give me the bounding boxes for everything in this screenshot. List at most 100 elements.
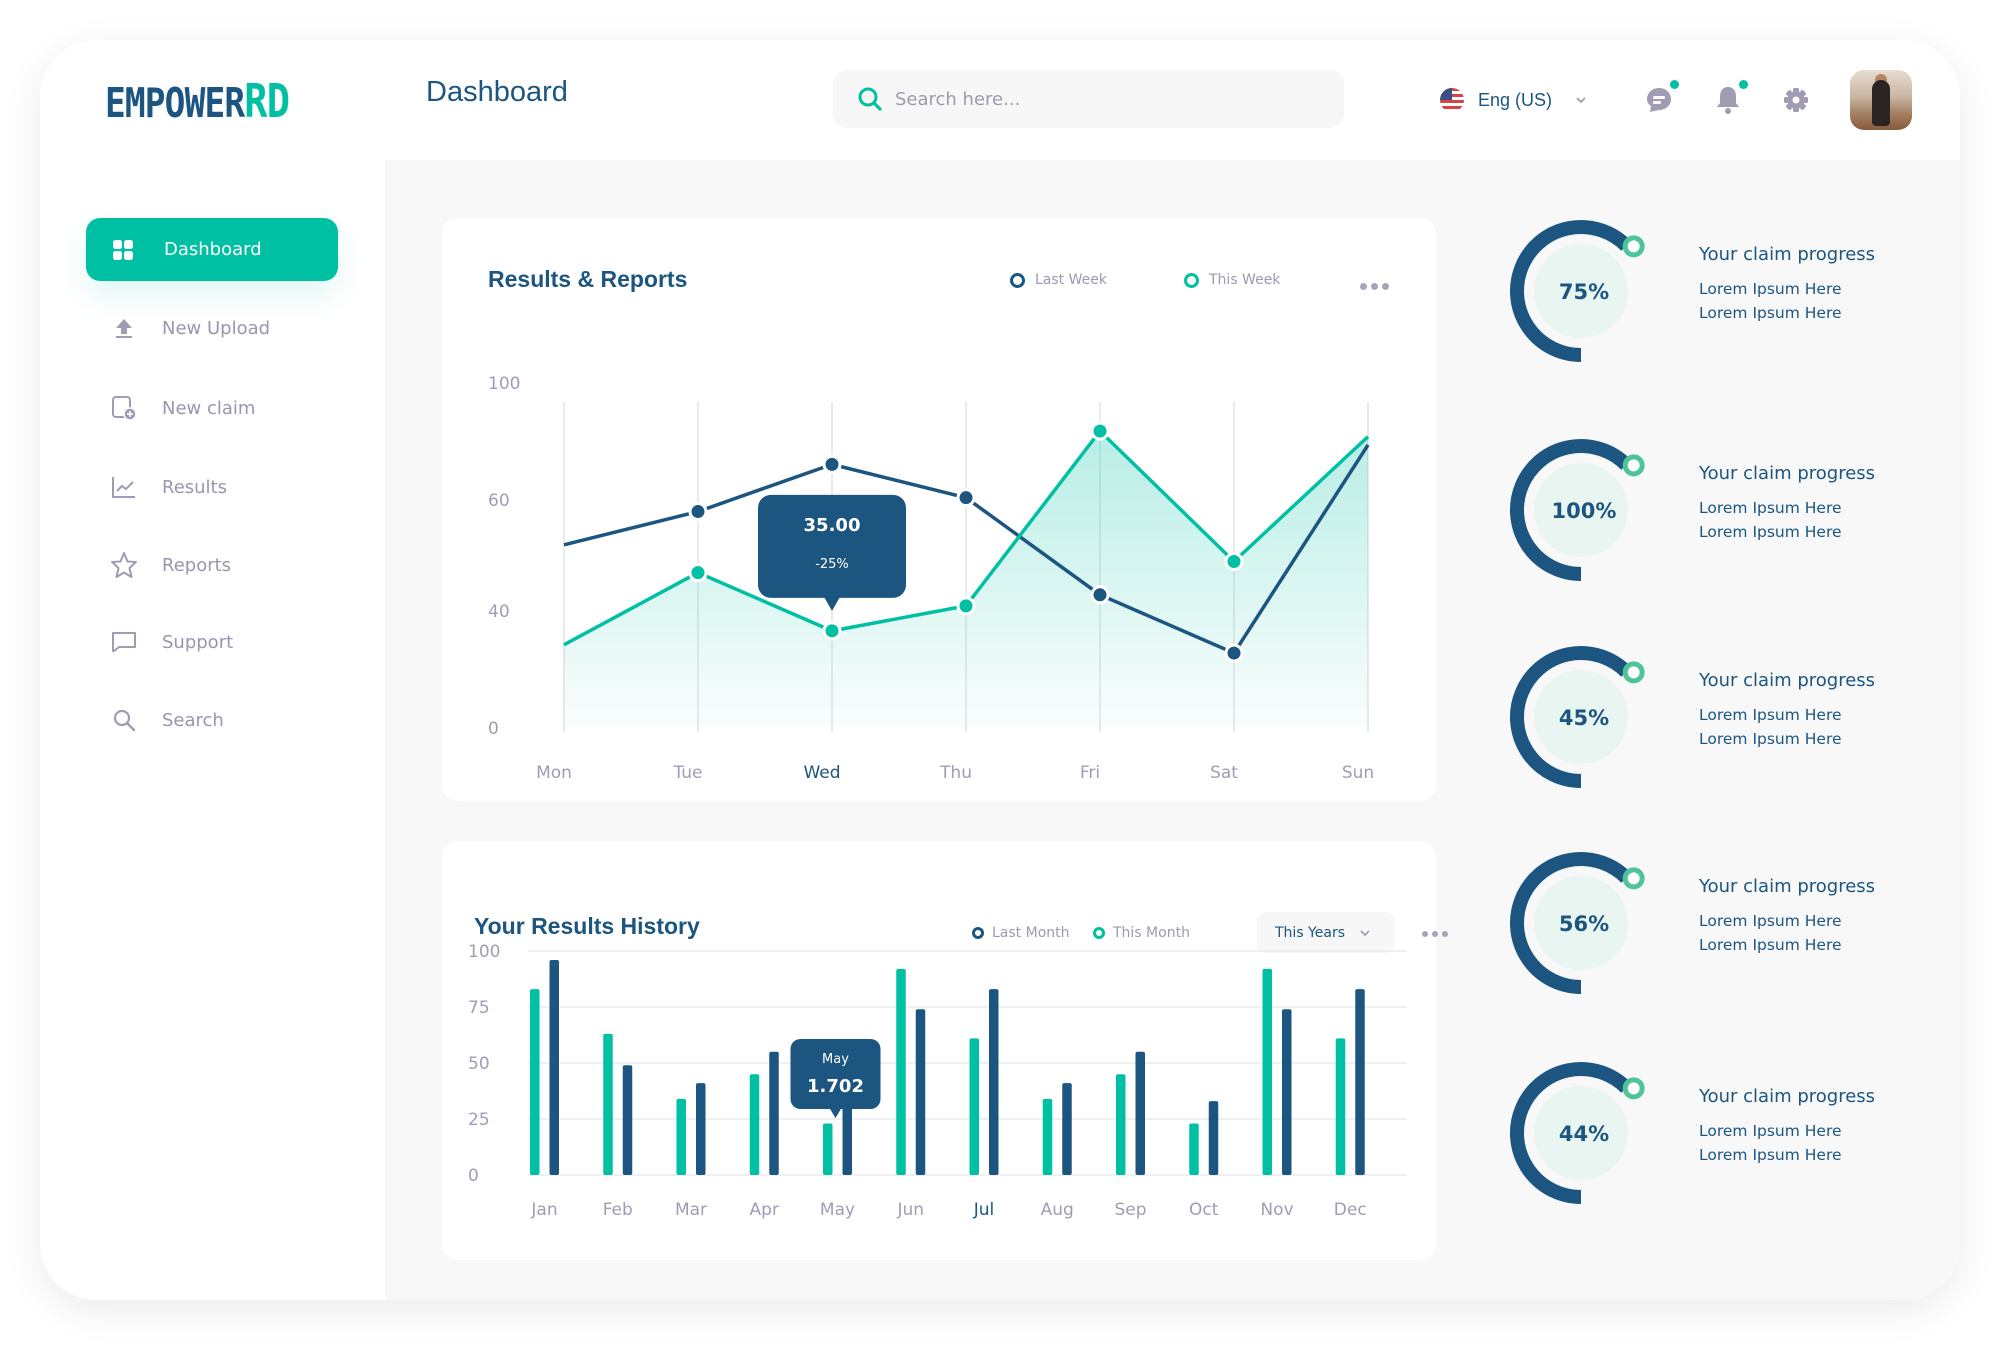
y-tick-label: 0 <box>488 719 499 739</box>
progress-line: Lorem Ipsum Here <box>1699 1122 1842 1140</box>
bar-last-month <box>1355 989 1365 1175</box>
y-tick-label: 25 <box>468 1110 490 1130</box>
progress-percent: 45% <box>1559 706 1609 730</box>
tooltip-box <box>758 494 906 598</box>
progress-line: Lorem Ipsum Here <box>1699 1146 1842 1164</box>
progress-title: Your claim progress <box>1699 670 1876 691</box>
us-flag-icon <box>1440 88 1464 112</box>
sidebar-item-support[interactable]: Support <box>110 622 233 662</box>
x-tick-label: Feb <box>603 1200 633 1220</box>
data-point <box>1224 643 1244 663</box>
sidebar-item-label: Dashboard <box>164 239 262 260</box>
progress-line: Lorem Ipsum Here <box>1699 730 1842 748</box>
progress-line: Lorem Ipsum Here <box>1699 499 1842 517</box>
progress-ring: 44% <box>1510 1062 1645 1204</box>
progress-line: Lorem Ipsum Here <box>1699 936 1842 954</box>
x-tick-label: Sep <box>1114 1200 1146 1220</box>
progress-title: Your claim progress <box>1699 463 1876 484</box>
settings-button[interactable] <box>1778 82 1814 118</box>
data-point <box>956 596 976 616</box>
search-input[interactable] <box>895 88 1315 110</box>
sidebar-item-label: Results <box>162 476 227 498</box>
gear-icon <box>1784 88 1808 112</box>
progress-line: Lorem Ipsum Here <box>1699 304 1842 322</box>
bar-this-month <box>896 968 906 1175</box>
search-icon <box>113 709 136 732</box>
bar-this-month <box>603 1033 613 1175</box>
bar-this-month <box>1042 1098 1053 1175</box>
progress-line: Lorem Ipsum Here <box>1699 912 1842 930</box>
tooltip-box <box>790 1039 881 1109</box>
notification-badge <box>1739 80 1748 89</box>
x-tick-label: Jun <box>896 1200 924 1220</box>
bar-last-month <box>1208 1101 1219 1175</box>
search-icon <box>858 87 882 111</box>
claim-progress-item[interactable]: 100% Your claim progress Lorem Ipsum Here L… <box>1490 436 1960 606</box>
logo-text-accent: RD <box>244 74 290 128</box>
bar-last-month <box>769 1051 779 1175</box>
x-tick-label: Nov <box>1260 1200 1293 1220</box>
data-point <box>1224 552 1244 571</box>
progress-knob-icon <box>1622 235 1645 258</box>
sidebar-item-label: New claim <box>162 397 256 419</box>
chevron-down-icon <box>1576 97 1586 104</box>
app-window: EMPOWERRD Dashboard Eng (US) <box>40 40 1960 1300</box>
x-tick-label: Apr <box>750 1200 779 1220</box>
progress-knob-icon <box>1622 1077 1645 1100</box>
y-tick-label: 60 <box>488 491 510 511</box>
data-point <box>956 488 976 508</box>
bar-last-month <box>989 989 999 1175</box>
upload-icon <box>116 319 132 338</box>
progress-title: Your claim progress <box>1699 876 1876 897</box>
sidebar-item-dashboard[interactable]: Dashboard <box>86 218 338 281</box>
sidebar-item-search[interactable]: Search <box>110 700 224 740</box>
sidebar-item-new-upload[interactable]: New Upload <box>110 308 270 348</box>
page-title: Dashboard <box>426 76 568 108</box>
bar-this-month <box>823 1123 833 1175</box>
claim-progress-item[interactable]: 44% Your claim progress Lorem Ipsum Here Lo… <box>1490 1059 1960 1229</box>
line-chart: 0 40 60 100 Mon Tue Wed Thu Fri Sat Sun 35.00 -25% <box>488 374 1374 783</box>
user-avatar[interactable] <box>1850 70 1912 130</box>
results-history-card: Your Results History Last Month This Mon… <box>442 841 1448 1260</box>
x-tick-label: Mon <box>536 763 572 783</box>
progress-knob-icon <box>1622 661 1645 684</box>
sidebar-item-new-claim[interactable]: New claim <box>110 388 255 428</box>
bar-this-month <box>676 1098 686 1175</box>
logo[interactable]: EMPOWERRD <box>105 78 290 126</box>
claim-progress-item[interactable]: 75% Your claim progress Lorem Ipsum Here Lo… <box>1490 217 1960 387</box>
star-icon <box>111 552 137 578</box>
search-bar[interactable] <box>833 70 1344 128</box>
progress-ring: 100% <box>1510 439 1645 581</box>
bar-this-month <box>969 1038 979 1175</box>
notifications-button[interactable] <box>1710 80 1748 118</box>
sidebar-item-reports[interactable]: Reports <box>110 545 231 585</box>
chat-icon <box>1647 88 1671 112</box>
tooltip-change: -25% <box>815 557 849 572</box>
y-tick-label: 0 <box>468 1166 479 1186</box>
bar-last-month <box>622 1065 633 1175</box>
progress-ring: 45% <box>1510 646 1645 788</box>
y-tick-label: 50 <box>468 1054 490 1074</box>
x-tick-label: Sun <box>1342 763 1374 783</box>
bar-this-month <box>530 989 540 1175</box>
progress-line: Lorem Ipsum Here <box>1699 280 1842 298</box>
sidebar-item-results[interactable]: Results <box>110 467 227 507</box>
progress-percent: 56% <box>1559 912 1609 936</box>
progress-percent: 100% <box>1552 499 1617 523</box>
sidebar-item-label: Reports <box>162 554 232 576</box>
tooltip-label: May <box>822 1052 849 1067</box>
y-tick-label: 100 <box>468 942 500 962</box>
progress-knob-icon <box>1622 867 1645 890</box>
claim-progress-item[interactable]: 45% Your claim progress Lorem Ipsum Here Lo… <box>1490 643 1960 813</box>
bar-last-month <box>1135 1051 1145 1175</box>
bar-last-month <box>1062 1083 1072 1175</box>
messages-button[interactable] <box>1641 80 1679 118</box>
claim-progress-item[interactable]: 56% Your claim progress Lorem Ipsum Here Lo… <box>1490 849 1960 1019</box>
tooltip-arrow <box>824 596 840 611</box>
avatar-photo-figure <box>1872 80 1890 126</box>
progress-line: Lorem Ipsum Here <box>1699 523 1842 541</box>
data-point <box>1090 585 1110 605</box>
language-selector[interactable]: Eng (US) <box>1440 84 1588 116</box>
progress-ring: 56% <box>1510 852 1645 994</box>
x-tick-label: Wed <box>803 763 840 783</box>
